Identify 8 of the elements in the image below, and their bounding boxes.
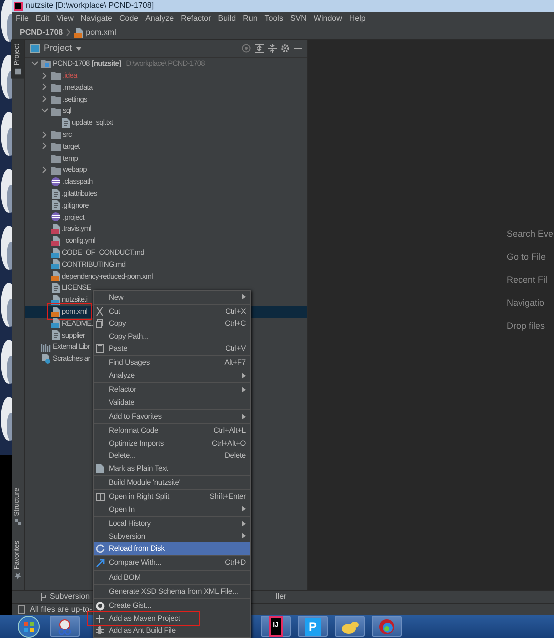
window-title: nutzsite [D:\workplace\ PCND-1708] [26, 0, 154, 12]
editor-hint: Search Eve [507, 228, 554, 241]
editor-hint: Recent Fil [507, 274, 549, 287]
editor-hint: Navigatio [507, 297, 546, 310]
app-logo: P [304, 618, 321, 636]
editor-hint: Drop files [507, 320, 546, 333]
editor-hint: Go to File [507, 251, 548, 264]
status-text: All files are up-to- [30, 604, 92, 616]
